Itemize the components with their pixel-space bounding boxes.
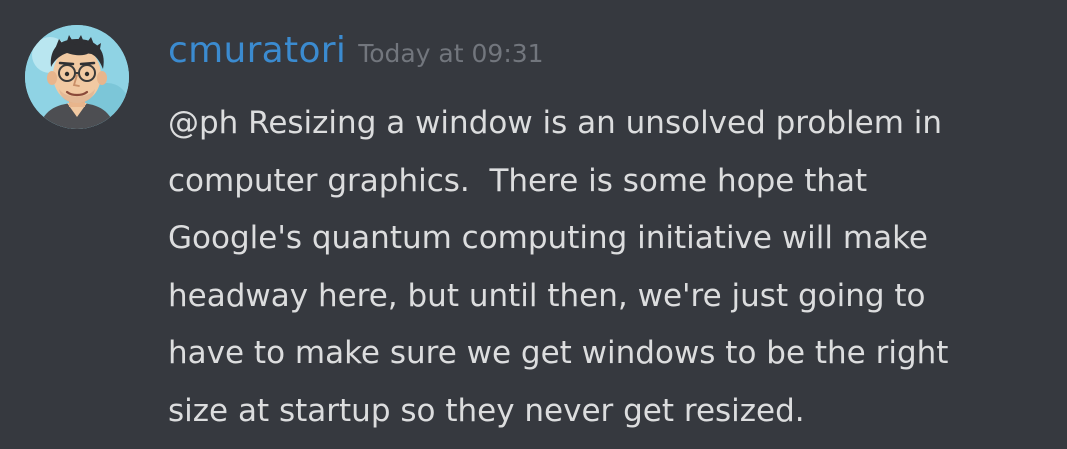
chat-message: cmuratori Today at 09:31 @ph Resizing a w… [0, 0, 1067, 449]
username[interactable]: cmuratori [168, 30, 346, 71]
message-line: computer graphics. There is some hope th… [168, 162, 868, 199]
message-line: have to make sure we get windows to be t… [168, 335, 949, 372]
message-line: Google's quantum computing initiative wi… [168, 220, 928, 257]
message-line: @ph Resizing a window is an unsolved pro… [168, 105, 943, 141]
avatar-illustration-icon [25, 25, 129, 129]
message-content: @ph Resizing a window is an unsolved pro… [168, 95, 1048, 441]
timestamp: Today at 09:31 [358, 39, 544, 68]
message-line: size at startup so they never get resize… [168, 392, 805, 429]
message-line: headway here, but until then, we're just… [168, 277, 926, 314]
message-header: cmuratori Today at 09:31 [168, 30, 544, 71]
avatar[interactable] [25, 25, 129, 129]
